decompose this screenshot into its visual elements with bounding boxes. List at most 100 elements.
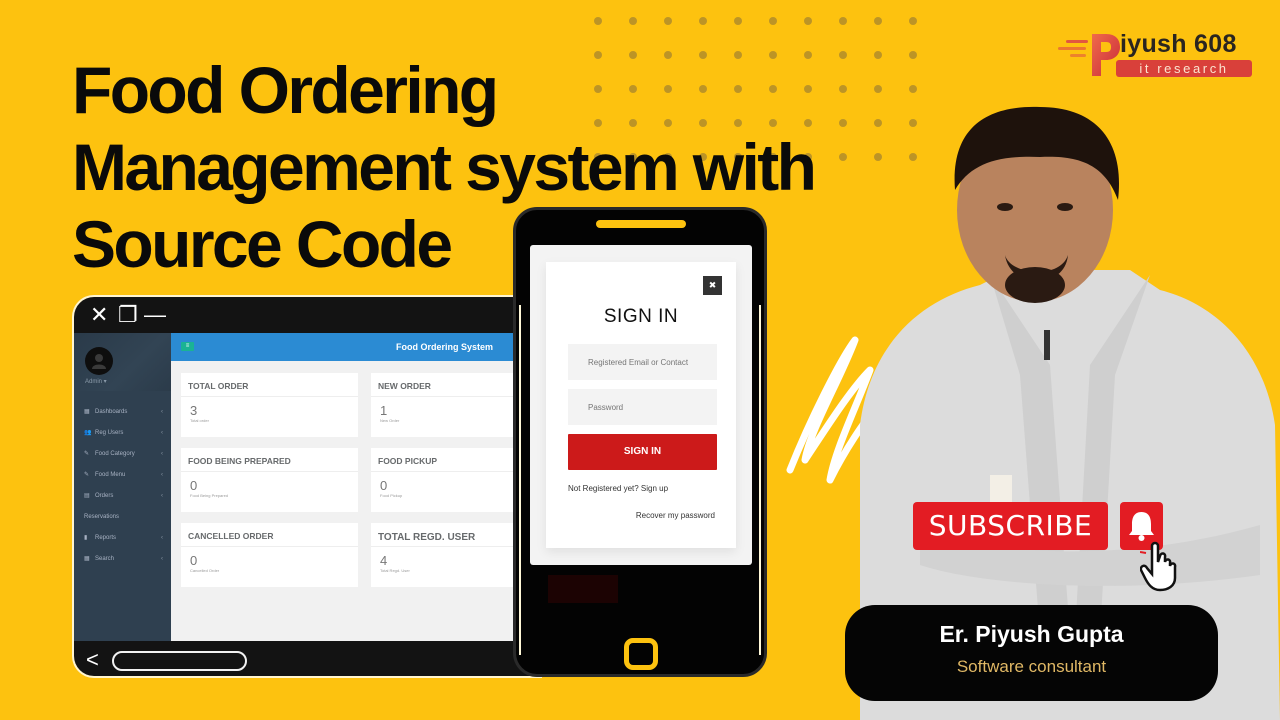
subscribe-button[interactable]: SUBSCRIBE — [913, 502, 1108, 550]
menu-toggle-button[interactable]: ≡ — [181, 342, 194, 351]
browser-bottom-bar: < — [74, 641, 542, 676]
user-icon — [92, 354, 106, 369]
nav-icon: ▦ — [84, 409, 90, 415]
minimize-icon[interactable]: — — [144, 304, 166, 326]
sidebar-item-label: Reservations — [84, 513, 120, 520]
stat-card: FOOD BEING PREPARED 0 Food Being Prepared — [181, 448, 358, 512]
chevron-left-icon: ‹ — [161, 492, 163, 499]
chevron-left-icon: ‹ — [161, 450, 163, 457]
decorative-dot — [839, 17, 847, 25]
chevron-left-icon: ‹ — [161, 534, 163, 541]
sidebar-item-label: Dashboards — [95, 408, 128, 415]
sidebar-item-label: Orders — [95, 492, 114, 499]
decorative-dot — [909, 85, 917, 93]
presenter-name: Er. Piyush Gupta — [939, 621, 1124, 647]
password-input[interactable] — [568, 389, 717, 425]
speed-line — [1066, 40, 1088, 43]
avatar[interactable] — [85, 347, 113, 375]
decorative-dot — [839, 85, 847, 93]
pointer-hand-icon — [1140, 540, 1177, 592]
back-arrow-icon[interactable]: < — [86, 647, 99, 673]
stat-card-value: 0 — [190, 478, 198, 493]
sidebar-item-search[interactable]: ▦ Search ‹ — [74, 548, 171, 569]
stat-card-title: CANCELLED ORDER — [181, 523, 358, 547]
sidebar-item-label: Search — [95, 555, 115, 562]
nav-icon: ✎ — [84, 472, 90, 478]
phone-edge-line — [519, 305, 521, 655]
sidebar-item-dashboards[interactable]: ▦ Dashboards ‹ — [74, 401, 171, 422]
admin-dropdown[interactable]: Admin ▾ — [85, 378, 107, 385]
sidebar-item-reports[interactable]: ▮ Reports ‹ — [74, 527, 171, 548]
sidebar-item-reservations[interactable]: Reservations — [74, 506, 171, 527]
window-titlebar: ✕ ❐ — — [74, 297, 542, 333]
title-line-2: Management system with — [72, 130, 817, 204]
sidebar-nav: ▦ Dashboards ‹ 👥 Reg Users ‹ ✎ Food Category ‹ ✎ F… — [74, 401, 171, 569]
decorative-dot — [909, 51, 917, 59]
chevron-left-icon: ‹ — [161, 429, 163, 436]
decorative-dot — [874, 85, 882, 93]
decorative-dot — [874, 51, 882, 59]
modal-close-button[interactable]: ✖ — [703, 276, 722, 295]
signin-modal: ✖ SIGN IN SIGN IN Not Registered yet? Si… — [546, 262, 736, 548]
brand-logo: iyush 608 it research — [1058, 30, 1258, 80]
decorative-dot — [699, 17, 707, 25]
signin-button[interactable]: SIGN IN — [568, 434, 717, 470]
sidebar-item-orders[interactable]: ▤ Orders ‹ — [74, 485, 171, 506]
admin-dashboard: Admin ▾ ▦ Dashboards ‹ 👥 Reg Users ‹ ✎ Food Cat… — [74, 333, 542, 641]
restore-icon[interactable]: ❐ — [118, 304, 138, 326]
phone-home-button[interactable] — [624, 638, 658, 670]
phone-dark-block — [548, 575, 618, 603]
sidebar-item-reg-users[interactable]: 👥 Reg Users ‹ — [74, 422, 171, 443]
email-input[interactable] — [568, 344, 717, 380]
stat-card-title: FOOD BEING PREPARED — [181, 448, 358, 472]
decorative-dot — [839, 153, 847, 161]
phone-screen: ✖ SIGN IN SIGN IN Not Registered yet? Si… — [530, 245, 752, 565]
presenter-card: Er. Piyush Gupta Software consultant — [845, 605, 1218, 701]
stat-card: CANCELLED ORDER 0 Cancelled Order — [181, 523, 358, 587]
decorative-dot — [804, 17, 812, 25]
title-line-1: Food Ordering — [72, 53, 499, 127]
stat-card-caption: Total order — [190, 418, 209, 423]
stat-card: TOTAL ORDER 3 Total order — [181, 373, 358, 437]
nav-icon: ▮ — [84, 535, 88, 541]
phone-mockup: ✖ SIGN IN SIGN IN Not Registered yet? Si… — [513, 207, 767, 677]
stat-card-value: 0 — [190, 553, 198, 568]
phone-edge-line — [759, 305, 761, 655]
stat-card-title: TOTAL ORDER — [181, 373, 358, 397]
signup-link[interactable]: Not Registered yet? Sign up — [568, 484, 668, 493]
speed-line — [1070, 54, 1086, 57]
sidebar-item-label: Reports — [95, 534, 117, 541]
decorative-dot — [734, 17, 742, 25]
brand-name: iyush 608 — [1120, 30, 1237, 58]
nav-icon: 👥 — [84, 430, 92, 436]
brand-tagline: it research — [1116, 60, 1252, 77]
sidebar-item-label: Reg Users — [95, 429, 124, 436]
decorative-dot — [769, 17, 777, 25]
decorative-dot — [909, 17, 917, 25]
sidebar: Admin ▾ ▦ Dashboards ‹ 👥 Reg Users ‹ ✎ Food Cat… — [74, 333, 171, 641]
decorative-dot — [664, 17, 672, 25]
close-icon[interactable]: ✕ — [90, 304, 108, 326]
decorative-dot — [839, 119, 847, 127]
stat-card-caption: Cancelled Order — [190, 568, 220, 573]
sidebar-item-label: Food Category — [95, 450, 135, 457]
chevron-left-icon: ‹ — [161, 408, 163, 415]
phone-speaker — [596, 220, 686, 228]
decorative-dot — [594, 17, 602, 25]
recover-password-link[interactable]: Recover my password — [636, 511, 715, 520]
address-bar[interactable] — [112, 651, 247, 671]
app-topbar: ≡ Food Ordering System — [171, 333, 542, 361]
sidebar-item-food-menu[interactable]: ✎ Food Menu ‹ — [74, 464, 171, 485]
signin-heading: SIGN IN — [603, 306, 679, 327]
nav-icon: ✎ — [84, 451, 90, 457]
sidebar-item-label: Food Menu — [95, 471, 126, 478]
stat-card-caption: Food Being Prepared — [190, 493, 229, 498]
stat-card-value: 3 — [190, 403, 198, 418]
chevron-left-icon: ‹ — [161, 471, 163, 478]
decorative-dot — [874, 17, 882, 25]
nav-icon: ▤ — [84, 493, 90, 499]
laptop-mockup: ✕ ❐ — Admin ▾ ▦ Dashboards ‹ 👥 Reg Users ‹ ✎ Fo… — [72, 295, 542, 678]
presenter-role: Software consultant — [956, 657, 1107, 676]
app-title: Food Ordering System — [396, 342, 494, 352]
sidebar-item-food-category[interactable]: ✎ Food Category ‹ — [74, 443, 171, 464]
